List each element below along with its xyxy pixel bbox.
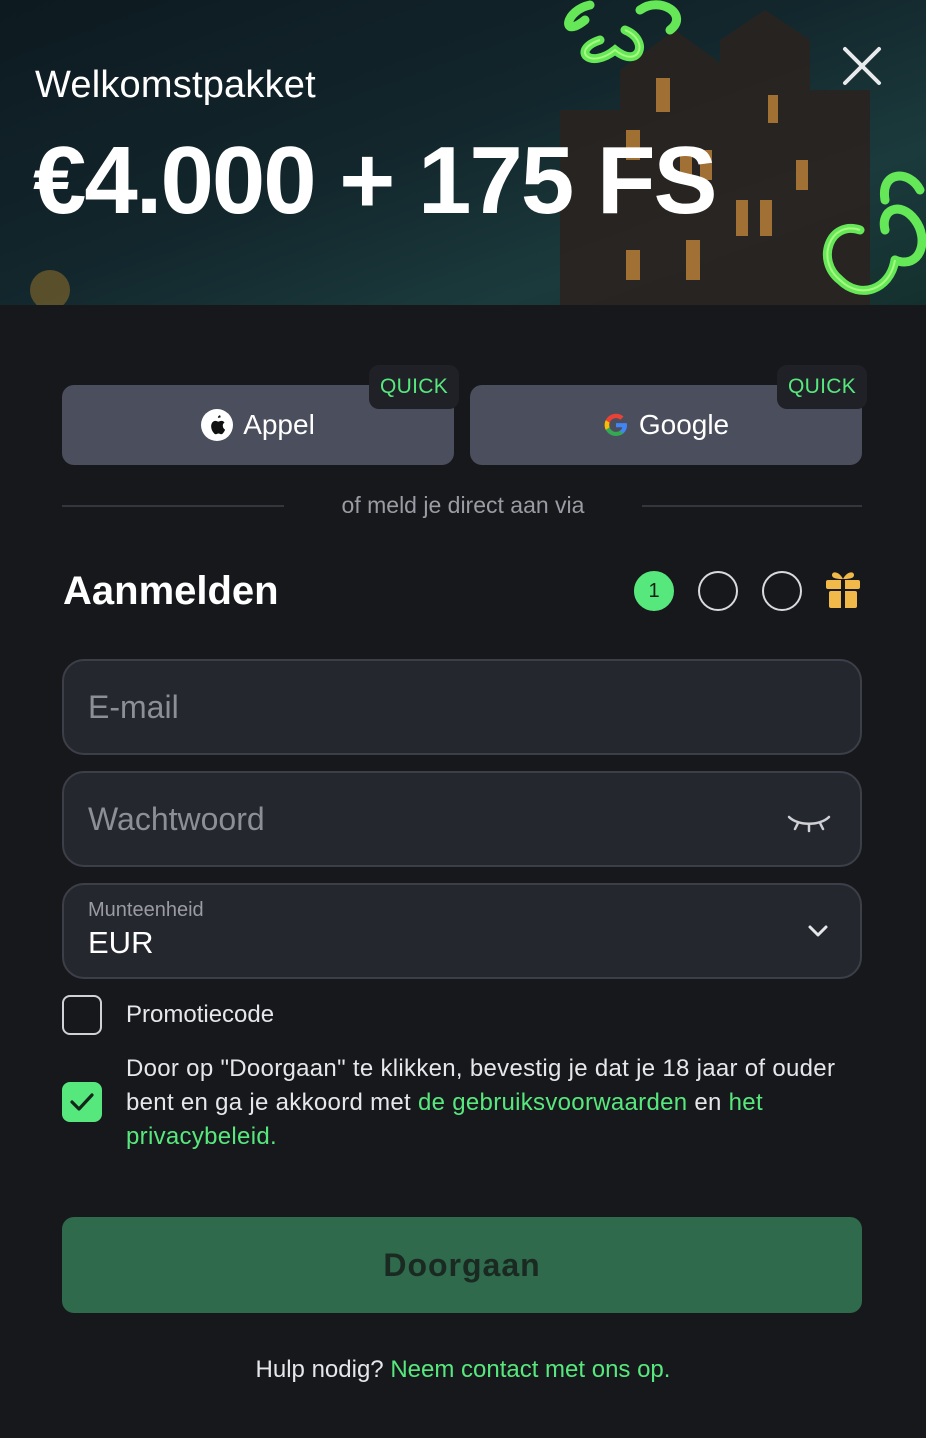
terms-checkbox[interactable] xyxy=(62,1082,102,1122)
gift-icon xyxy=(826,572,860,608)
quick-badge: QUICK xyxy=(369,365,460,409)
step-indicator-1: 1 xyxy=(634,571,674,611)
divider-line-left xyxy=(62,505,284,507)
welcome-package-title: Welkomstpakket xyxy=(35,64,316,106)
checkmark-icon xyxy=(70,1093,94,1111)
apple-icon xyxy=(201,409,234,441)
chevron-down-icon xyxy=(808,925,828,937)
currency-value: EUR xyxy=(88,925,154,960)
welcome-bonus-amount: €4.000 + 175 FS xyxy=(33,127,718,234)
email-field xyxy=(62,659,862,755)
currency-label: Munteenheid xyxy=(88,899,204,921)
promo-code-label[interactable]: Promotiecode xyxy=(126,1001,274,1029)
google-login-label: Google xyxy=(638,409,730,440)
help-prefix: Hulp nodig? xyxy=(255,1356,391,1383)
help-text: Hulp nodig? Neem contact met ons op. xyxy=(0,1356,926,1384)
step-indicator-2 xyxy=(698,571,738,611)
password-input[interactable] xyxy=(88,773,768,865)
continue-button[interactable]: Doorgaan xyxy=(62,1217,862,1313)
currency-select[interactable]: Munteenheid EUR xyxy=(62,883,862,979)
promo-code-checkbox[interactable] xyxy=(62,995,102,1035)
hero-banner: Welkomstpakket €4.000 + 175 FS xyxy=(0,0,926,305)
quick-badge: QUICK xyxy=(777,365,868,409)
eye-closed-icon[interactable] xyxy=(786,813,832,833)
apple-login-label: Appel xyxy=(243,409,315,440)
close-icon xyxy=(843,47,881,85)
email-input[interactable] xyxy=(88,661,768,753)
terms-of-use-link[interactable]: de gebruiksvoorwaarden xyxy=(418,1089,687,1116)
google-icon xyxy=(604,413,627,436)
signup-title: Aanmelden xyxy=(63,569,279,613)
step-indicator-3 xyxy=(762,571,802,611)
contact-us-link[interactable]: Neem contact met ons op. xyxy=(390,1356,670,1383)
divider-line-right xyxy=(642,505,862,507)
divider-text: of meld je direct aan via xyxy=(341,492,585,518)
terms-text: Door op "Doorgaan" te klikken, bevestig … xyxy=(126,1052,866,1154)
terms-and: en xyxy=(687,1089,729,1116)
close-button[interactable] xyxy=(838,42,886,90)
password-field xyxy=(62,771,862,867)
